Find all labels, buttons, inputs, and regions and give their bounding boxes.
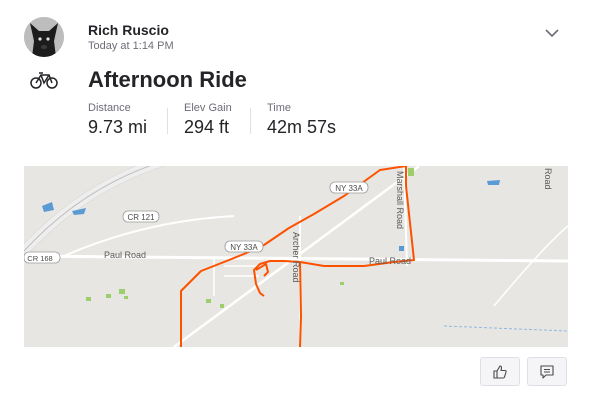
park-area — [124, 296, 128, 299]
comment-button[interactable] — [527, 357, 567, 386]
pond — [399, 246, 404, 251]
stat-elevation-value: 294 ft — [184, 117, 230, 137]
thumbs-up-icon — [493, 364, 507, 379]
athlete-name[interactable]: Rich Ruscio — [88, 22, 169, 38]
park-area — [86, 297, 91, 301]
kudos-button[interactable] — [480, 357, 520, 386]
park-area — [340, 282, 344, 285]
ny-33a-label: NY 33A — [230, 243, 258, 252]
archer-road-label: Archer Road — [291, 232, 301, 283]
cr-168-label: CR 168 — [27, 254, 52, 263]
park-area — [408, 168, 414, 176]
stat-time-value: 42m 57s — [267, 117, 337, 137]
marshall-road-label: Marshall Road — [395, 171, 405, 229]
paul-road-label: Paul Road — [369, 256, 411, 266]
avatar[interactable] — [24, 17, 64, 57]
avatar-dog-image — [24, 17, 64, 57]
stat-distance: Distance 9.73 mi — [88, 102, 147, 138]
stat-distance-label: Distance — [88, 102, 131, 114]
ny-33a-label: NY 33A — [335, 184, 363, 193]
park-area — [206, 299, 211, 303]
stat-time: Time 42m 57s — [267, 102, 336, 138]
activity-card: Rich Ruscio Today at 1:14 PM Afternoon R… — [0, 0, 591, 400]
cr-121-label: CR 121 — [127, 213, 155, 222]
stat-elevation: Elev Gain 294 ft — [184, 102, 232, 138]
route-map[interactable]: CR 121 CR 168 NY 33A NY 33A Paul Road Pa… — [24, 166, 568, 347]
activity-timestamp: Today at 1:14 PM — [88, 40, 174, 52]
road-label: Road — [543, 168, 553, 190]
stat-divider — [167, 108, 168, 134]
park-area — [220, 304, 224, 308]
comment-icon — [540, 364, 554, 379]
stat-time-label: Time — [267, 102, 292, 114]
park-area — [106, 294, 111, 298]
stat-elevation-label: Elev Gain — [184, 102, 232, 114]
bike-icon — [30, 72, 58, 89]
activity-title[interactable]: Afternoon Ride — [88, 67, 247, 93]
stat-divider — [250, 108, 251, 134]
park-area — [119, 289, 125, 294]
chevron-down-icon[interactable] — [543, 24, 561, 42]
map-canvas: CR 121 CR 168 NY 33A NY 33A Paul Road Pa… — [24, 166, 568, 347]
stat-distance-value: 9.73 mi — [88, 117, 148, 137]
paul-road-label: Paul Road — [104, 250, 146, 260]
